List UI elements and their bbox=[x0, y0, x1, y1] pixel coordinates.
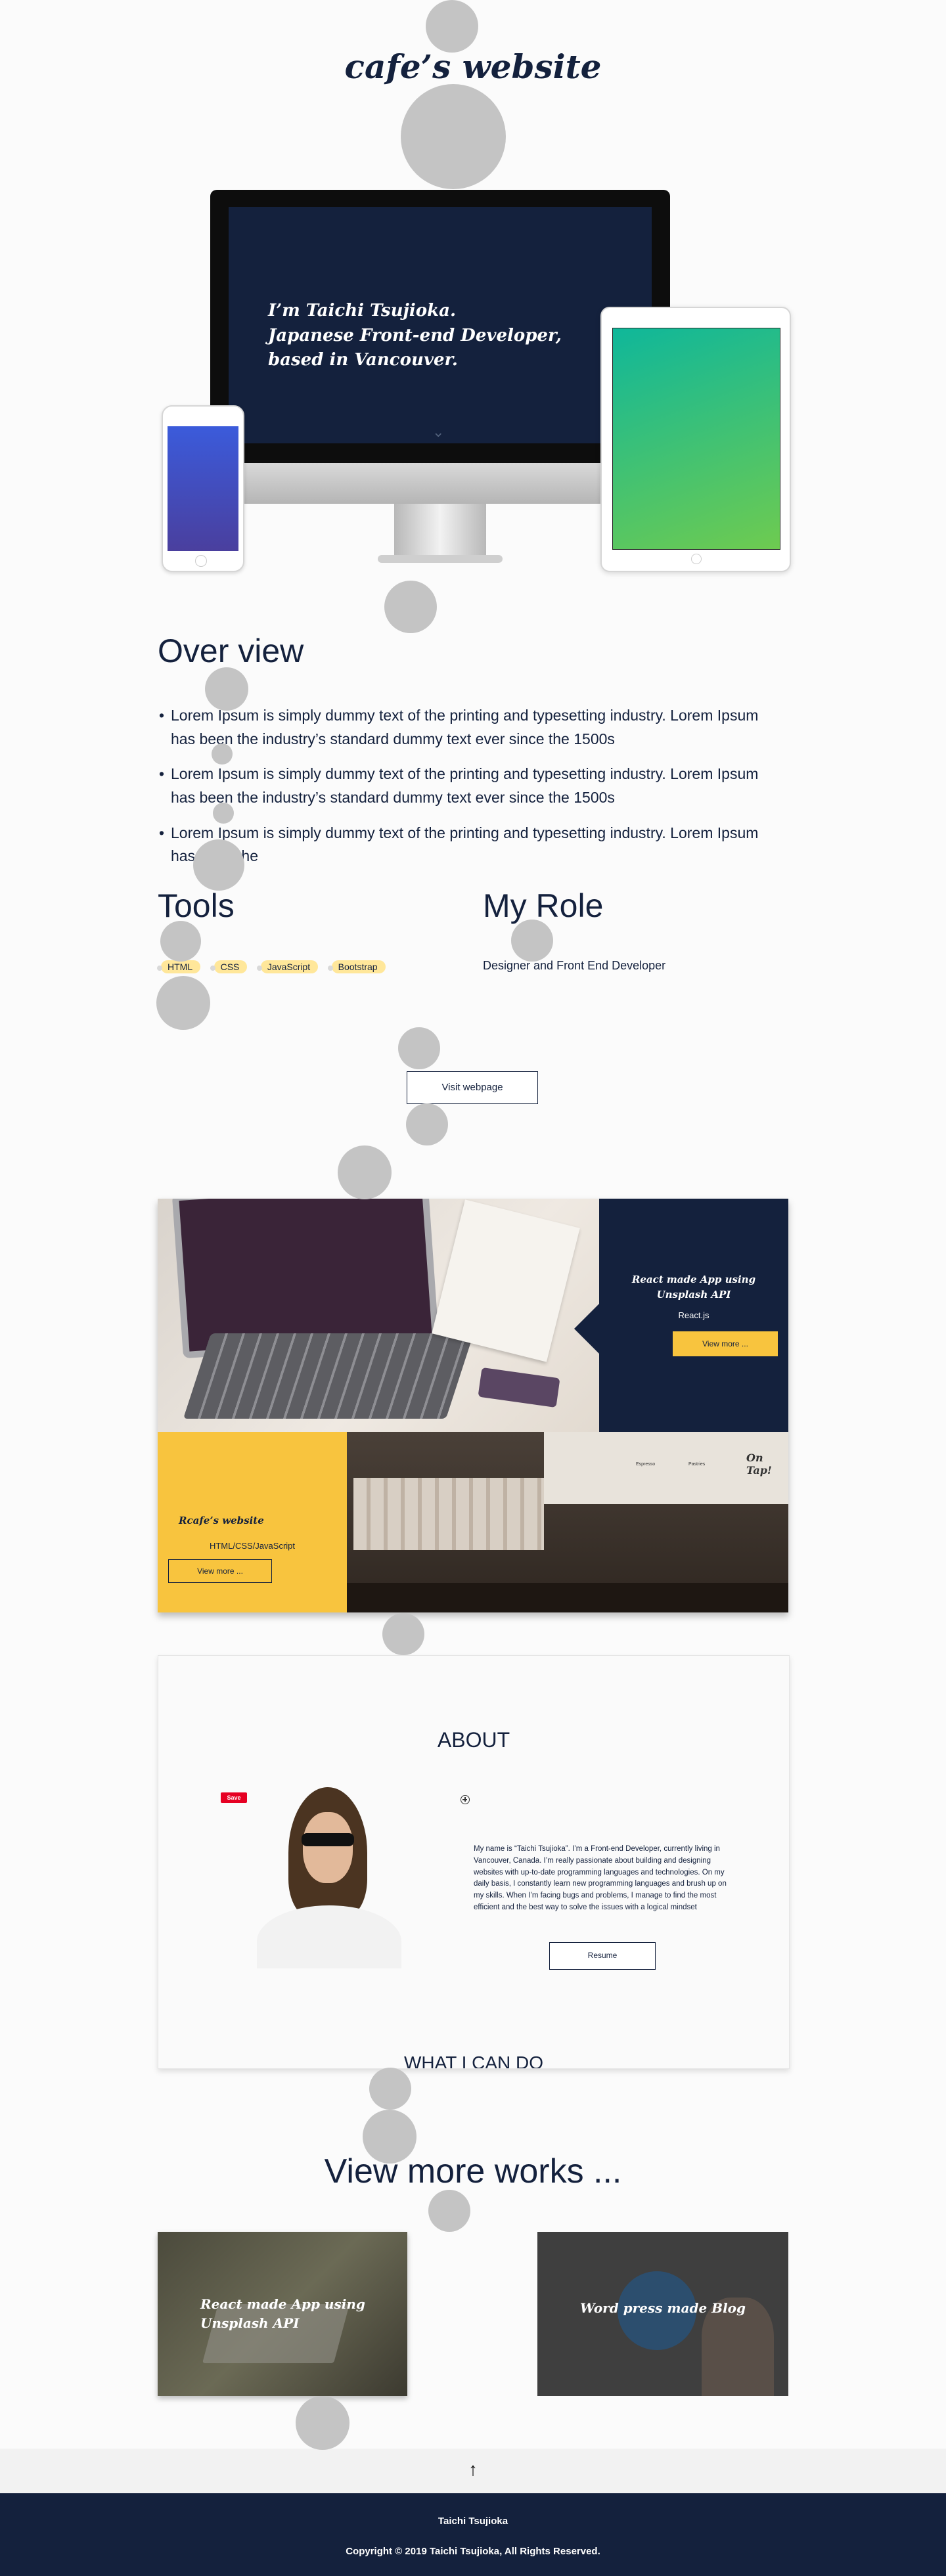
cafe-website-card: Rcafe’s website HTML/CSS/JavaScript View… bbox=[158, 1432, 371, 1612]
phone-on-desk-image bbox=[478, 1367, 560, 1408]
tablet-home-button bbox=[691, 554, 702, 564]
react-card-title-line1: React made App using bbox=[631, 1274, 756, 1285]
about-body: My name is “Taichi Tsujioka”. I’m a Fron… bbox=[474, 1845, 727, 1912]
decor-circle bbox=[363, 2110, 417, 2164]
crosshair-line-v bbox=[464, 1797, 466, 1802]
react-card-title-line2: Unsplash API bbox=[656, 1288, 731, 1300]
notebook-image bbox=[432, 1199, 580, 1362]
tool-tag: Bootstrap bbox=[327, 960, 386, 973]
arrow-up-icon[interactable]: ↑ bbox=[460, 2459, 486, 2480]
intro-line-2: Japanese Front-end Developer, bbox=[268, 325, 562, 345]
react-view-more-button[interactable]: View more ... bbox=[673, 1331, 778, 1356]
intro-line-1: I’m Taichi Tsujioka. bbox=[268, 301, 457, 321]
tool-tag: JavaScript bbox=[256, 960, 319, 973]
decor-circle bbox=[213, 803, 234, 824]
react-card-title: React made App using Unsplash API bbox=[599, 1272, 788, 1302]
more-works-react-line2: Unsplash API bbox=[200, 2315, 300, 2331]
decor-circle bbox=[398, 1027, 440, 1069]
decor-circle bbox=[406, 1103, 448, 1145]
cafe-card-stack: HTML/CSS/JavaScript bbox=[209, 1541, 296, 1551]
pinterest-save-badge[interactable]: Save bbox=[221, 1792, 247, 1803]
portrait-shirt bbox=[257, 1905, 401, 1968]
more-works-title: View more works ... bbox=[324, 2152, 622, 2190]
monitor-screen: I’m Taichi Tsujioka. Japanese Front-end … bbox=[229, 207, 652, 443]
decor-circle bbox=[426, 0, 478, 53]
about-title: ABOUT bbox=[437, 1728, 510, 1752]
hero-devices: I’m Taichi Tsujioka. Japanese Front-end … bbox=[158, 187, 795, 581]
more-works-card-react[interactable]: React made App using Unsplash API bbox=[158, 2232, 407, 2396]
hero-intro: I’m Taichi Tsujioka. Japanese Front-end … bbox=[268, 299, 562, 373]
crosshair-icon bbox=[461, 1795, 470, 1804]
overview-title: Over view bbox=[158, 633, 304, 669]
role-title: My Role bbox=[483, 887, 604, 924]
sunglasses-icon bbox=[302, 1833, 354, 1846]
monitor-base bbox=[378, 555, 503, 563]
role-text: Designer and Front End Developer bbox=[483, 959, 666, 972]
tablet-screen bbox=[612, 328, 780, 550]
phone-home-button bbox=[195, 555, 207, 567]
decor-circle bbox=[338, 1145, 392, 1199]
visit-webpage-button[interactable]: Visit webpage bbox=[407, 1071, 538, 1104]
works-grid: React made App using Unsplash API React.… bbox=[158, 1199, 788, 1612]
profile-portrait bbox=[244, 1781, 408, 1968]
cafe-photo: Espresso Pastries On Tap! bbox=[347, 1432, 788, 1612]
footer: Taichi Tsujioka Copyright © 2019 Taichi … bbox=[0, 2493, 946, 2576]
footer-copyright: Copyright © 2019 Taichi Tsujioka, All Ri… bbox=[346, 2546, 600, 2557]
overview-bullet: Lorem Ipsum is simply dummy text of the … bbox=[158, 763, 769, 809]
tools-title: Tools bbox=[158, 887, 235, 924]
overview-bullet: Lorem Ipsum is simply dummy text of the … bbox=[158, 704, 769, 751]
card-pointer bbox=[574, 1304, 599, 1354]
cafe-sign-espresso: Espresso bbox=[636, 1462, 656, 1467]
decor-circle bbox=[384, 581, 437, 633]
decor-circle bbox=[296, 2396, 349, 2450]
monitor-stand bbox=[394, 504, 486, 558]
decor-circle bbox=[511, 920, 553, 962]
cafe-sign-on-tap: On Tap! bbox=[746, 1452, 772, 1477]
decor-circle bbox=[401, 84, 506, 189]
decor-circle bbox=[156, 976, 210, 1030]
decor-circle bbox=[212, 744, 233, 765]
react-card-stack: React.js bbox=[678, 1310, 710, 1320]
chevron-down-icon[interactable]: ⌄ bbox=[432, 424, 444, 441]
phone-screen bbox=[168, 426, 238, 551]
tool-tag: HTML bbox=[156, 960, 201, 973]
cafe-card-title: Rcafe’s website bbox=[179, 1515, 264, 1526]
decor-circle bbox=[160, 921, 201, 962]
intro-line-3: based in Vancouver. bbox=[268, 350, 458, 370]
what-i-can-do-heading: WHAT I CAN DO bbox=[403, 2053, 544, 2069]
portrait-face bbox=[303, 1812, 353, 1883]
footer-name: Taichi Tsujioka bbox=[438, 2516, 508, 2527]
decor-circle bbox=[428, 2190, 470, 2232]
more-works-react-line1: React made App using bbox=[200, 2296, 365, 2312]
more-works-wordpress-title: Word press made Blog bbox=[579, 2300, 746, 2316]
about-section: ABOUT Save My name is “Taichi Tsujioka”.… bbox=[158, 1655, 790, 2069]
more-works-card-wordpress[interactable]: Word press made Blog bbox=[537, 2232, 788, 2396]
decor-circle bbox=[205, 667, 248, 711]
tool-tag: CSS bbox=[210, 960, 248, 973]
cafe-counter bbox=[347, 1583, 788, 1612]
decor-circle bbox=[382, 1613, 424, 1655]
react-app-card: React made App using Unsplash API React.… bbox=[574, 1199, 788, 1432]
laptop-keyboard-image bbox=[183, 1333, 474, 1419]
decor-circle bbox=[369, 2068, 411, 2110]
overview-bullet: Lorem Ipsum is simply dummy text of the … bbox=[158, 822, 769, 868]
back-to-top-bar: ↑ bbox=[0, 2449, 946, 2493]
decor-circle bbox=[193, 839, 244, 891]
tablet-device bbox=[600, 307, 791, 572]
cafe-view-more-button[interactable]: View more ... bbox=[168, 1559, 272, 1583]
resume-button[interactable]: Resume bbox=[549, 1942, 656, 1970]
phone-device bbox=[162, 405, 244, 572]
laptop-photo bbox=[158, 1199, 599, 1432]
cafe-sign-pastries: Pastries bbox=[688, 1462, 706, 1467]
more-works-react-title: React made App using Unsplash API bbox=[200, 2295, 365, 2333]
tools-tags: HTML CSS JavaScript Bootstrap bbox=[156, 960, 396, 973]
site-title[interactable]: cafe’s website bbox=[342, 47, 604, 86]
overview-list: Lorem Ipsum is simply dummy text of the … bbox=[158, 704, 769, 880]
cafe-shelf bbox=[353, 1478, 544, 1550]
